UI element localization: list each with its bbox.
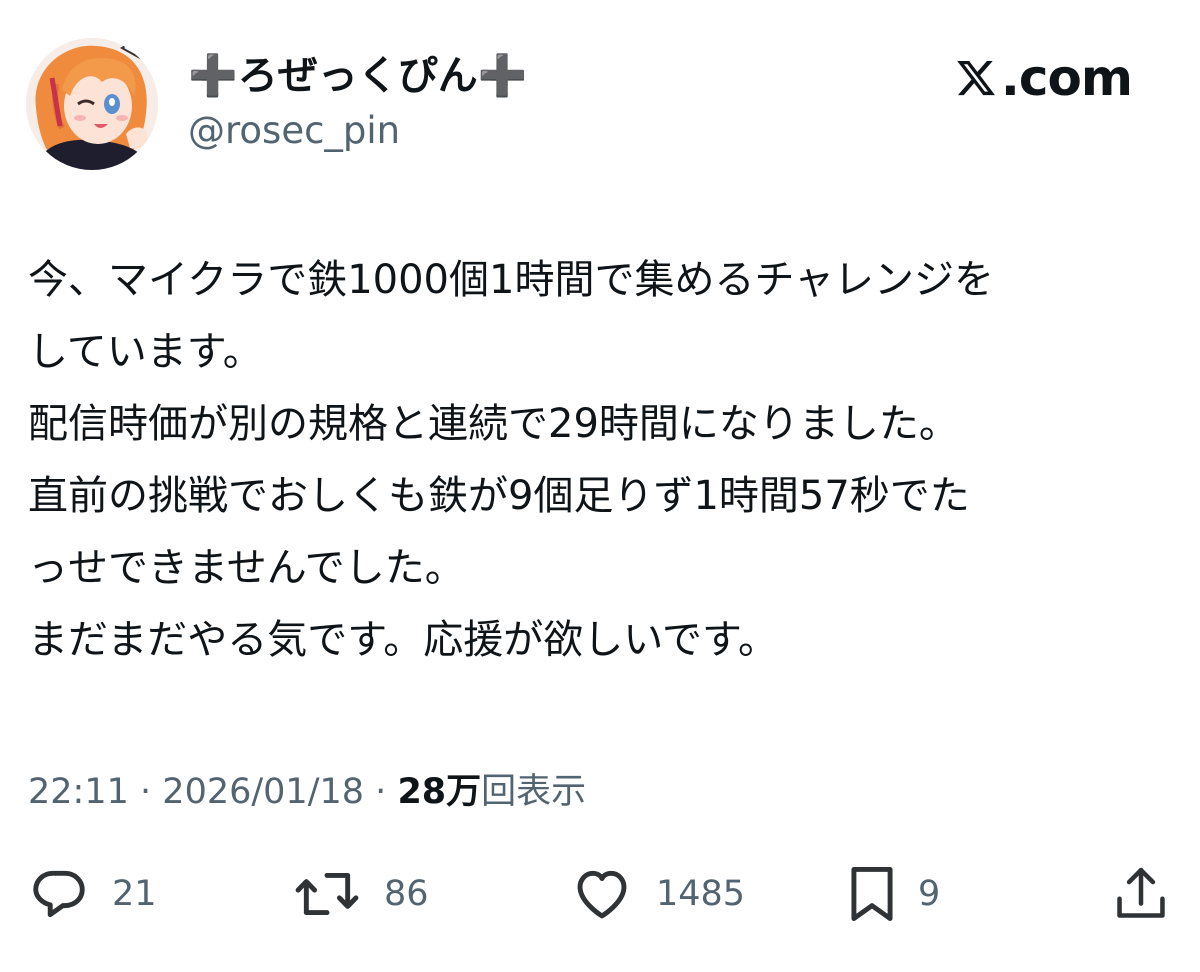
post-date[interactable]: 2026/01/18	[162, 772, 364, 812]
views-label: 回表示	[481, 772, 587, 812]
post-time[interactable]: 22:11	[28, 772, 129, 812]
views-count: 28万	[397, 772, 482, 812]
tweet-header: ➕ろぜっくぴん➕ @rosec_pin .com	[0, 0, 1200, 200]
bookmark-button[interactable]: 9	[848, 858, 940, 930]
like-button[interactable]: 1485	[570, 858, 745, 930]
tweet-text-line: まだまだやる気です。応援が欲しいです。	[28, 617, 778, 663]
user-handle[interactable]: @rosec_pin	[188, 108, 400, 154]
x-logo-icon	[957, 60, 995, 96]
avatar-image	[26, 38, 158, 170]
share-button[interactable]	[1112, 858, 1170, 930]
tweet-text-line: っせできませんでした。	[28, 545, 465, 591]
brand-domain: .com	[1000, 49, 1133, 107]
tweet-meta: 22:11 · 2026/01/18 · 28万回表示	[28, 766, 586, 818]
heart-icon	[577, 870, 627, 919]
brand-logo: .com	[955, 48, 1133, 108]
tweet-text-line: 配信時価が別の規格と連続で29時間になりました。	[28, 401, 959, 447]
share-icon	[1117, 867, 1165, 918]
reply-button[interactable]: 21	[28, 858, 157, 930]
tweet-text-line: 今、マイクラで鉄1000個1時間で集めるチャレンジを	[28, 257, 995, 303]
reply-count: 21	[112, 874, 157, 914]
tweet-text-line: しています。	[28, 329, 263, 375]
tweet-text-line: 直前の挑戦でおしくも鉄が9個足りず1時間57秒でた	[28, 473, 970, 519]
action-bar: 21 86 1485 9	[0, 858, 1200, 930]
display-name[interactable]: ➕ろぜっくぴん➕	[188, 52, 528, 100]
repost-button[interactable]: 86	[292, 858, 429, 930]
repost-count: 86	[384, 874, 429, 914]
meta-separator: ·	[375, 772, 387, 812]
repost-icon	[295, 872, 359, 916]
bookmark-icon	[851, 867, 893, 921]
like-count: 1485	[656, 874, 746, 914]
reply-icon	[33, 870, 85, 918]
bookmark-count: 9	[918, 874, 941, 914]
tweet-text: 今、マイクラで鉄1000個1時間で集めるチャレンジを しています。 配信時価が別…	[28, 244, 1178, 676]
meta-separator: ·	[140, 772, 152, 812]
avatar[interactable]	[26, 38, 158, 170]
